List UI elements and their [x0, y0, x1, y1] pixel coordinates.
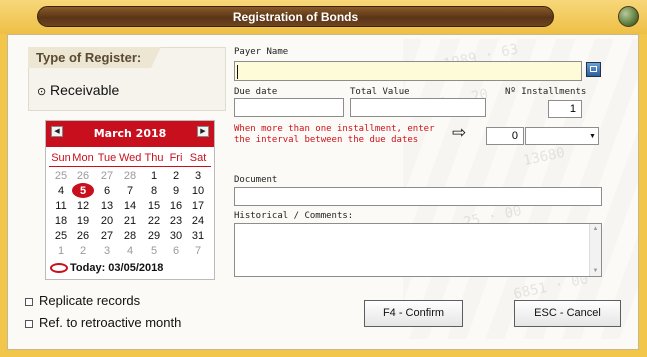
calendar-day[interactable]: 18: [50, 215, 72, 227]
weekday-header: Tue: [97, 152, 117, 164]
calendar-day[interactable]: 3: [187, 170, 209, 182]
calendar-day[interactable]: 28: [119, 230, 141, 242]
calendar-day[interactable]: 25: [50, 170, 72, 182]
comments-label: Historical / Comments:: [234, 211, 354, 221]
calendar-day[interactable]: 3: [96, 245, 118, 257]
document-input[interactable]: [234, 187, 602, 206]
total-value-input[interactable]: [350, 98, 486, 117]
calendar-day[interactable]: 29: [143, 230, 165, 242]
today-label: Today: 03/05/2018: [70, 262, 164, 274]
calendar-day[interactable]: 9: [165, 185, 187, 197]
calendar-day[interactable]: 7: [119, 185, 141, 197]
calendar-day[interactable]: 31: [187, 230, 209, 242]
next-month-button[interactable]: ▶: [197, 126, 209, 137]
confirm-button[interactable]: F4 - Confirm: [364, 300, 463, 327]
calendar-day[interactable]: 14: [119, 200, 141, 212]
calendar-day[interactable]: 4: [50, 185, 72, 197]
calendar-day[interactable]: 25: [50, 230, 72, 242]
calendar-day[interactable]: 7: [187, 245, 209, 257]
type-of-register-group: Type of Register: ⊙ Receivable: [28, 47, 226, 111]
text-caret: [237, 65, 238, 79]
weekday-header: Wed: [119, 152, 142, 164]
installments-label: Nº Installments: [505, 87, 587, 97]
calendar-day[interactable]: 10: [187, 185, 209, 197]
replicate-records-checkbox[interactable]: Replicate records: [25, 293, 140, 308]
payer-name-label: Payer Name: [234, 47, 289, 57]
today-circle-icon: [50, 263, 68, 274]
calendar-day[interactable]: 1: [143, 170, 165, 182]
receivable-label: Receivable: [50, 82, 120, 98]
installments-input[interactable]: 1: [548, 100, 582, 118]
weekday-divider: [49, 166, 211, 167]
calendar-day[interactable]: 27: [96, 230, 118, 242]
due-date-label: Due date: [234, 87, 278, 97]
window-title: Registration of Bonds: [232, 10, 359, 24]
calendar-day[interactable]: 22: [143, 215, 165, 227]
type-of-register-label: Type of Register:: [28, 47, 162, 68]
calendar-day[interactable]: 6: [96, 185, 118, 197]
calendar-month-label: March 2018: [93, 127, 167, 140]
globe-icon[interactable]: [618, 6, 639, 27]
radio-selected-icon: ⊙: [37, 86, 47, 98]
scroll-down-icon[interactable]: ▼: [590, 268, 601, 274]
calendar-day[interactable]: 16: [165, 200, 187, 212]
total-value-label: Total Value: [350, 87, 410, 97]
calendar-day[interactable]: 30: [165, 230, 187, 242]
calendar-header: ◀ March 2018 ▶: [46, 121, 214, 147]
calendar-day[interactable]: 4: [119, 245, 141, 257]
calendar-day[interactable]: 12: [72, 200, 94, 212]
title-bar: Registration of Bonds: [0, 0, 647, 34]
month-calendar[interactable]: ◀ March 2018 ▶ Sun Mon Tue Wed Thu Fri Sat 25 2…: [45, 120, 215, 280]
calendar-day[interactable]: 21: [119, 215, 141, 227]
calendar-day[interactable]: 2: [165, 170, 187, 182]
interval-unit-select[interactable]: ▼: [525, 127, 599, 145]
arrow-right-icon: ⇨: [452, 123, 467, 143]
calendar-day[interactable]: 11: [50, 200, 72, 212]
cancel-button[interactable]: ESC - Cancel: [514, 300, 621, 327]
scroll-up-icon[interactable]: ▲: [590, 226, 601, 232]
calendar-day[interactable]: 26: [72, 230, 94, 242]
calendar-day[interactable]: 26: [72, 170, 94, 182]
payer-lookup-icon[interactable]: [586, 62, 601, 77]
calendar-day-selected[interactable]: 5: [72, 185, 94, 197]
retroactive-month-checkbox[interactable]: Ref. to retroactive month: [25, 315, 181, 330]
weekday-header: Thu: [144, 152, 164, 164]
app-window: Registration of Bonds 1989 · 63 2706 · 2…: [0, 0, 647, 357]
checkbox-box: [25, 319, 33, 328]
chevron-down-icon[interactable]: ▼: [587, 128, 598, 146]
calendar-day[interactable]: 20: [96, 215, 118, 227]
interval-note: When more than one installment, enter th…: [234, 124, 435, 145]
calendar-day[interactable]: 23: [165, 215, 187, 227]
receivable-radio[interactable]: ⊙ Receivable: [37, 82, 119, 98]
weekday-header: Fri: [169, 152, 183, 164]
comments-scrollbar[interactable]: ▲ ▼: [589, 224, 601, 276]
calendar-day[interactable]: 1: [50, 245, 72, 257]
calendar-day[interactable]: 6: [165, 245, 187, 257]
calendar-day[interactable]: 27: [96, 170, 118, 182]
checkbox-box: [25, 297, 33, 306]
calendar-day[interactable]: 8: [143, 185, 165, 197]
calendar-day[interactable]: 2: [72, 245, 94, 257]
weekday-header: Sat: [189, 152, 207, 164]
calendar-day[interactable]: 19: [72, 215, 94, 227]
calendar-day[interactable]: 28: [119, 170, 141, 182]
calendar-day[interactable]: 17: [187, 200, 209, 212]
due-date-input[interactable]: [234, 98, 344, 117]
comments-textarea[interactable]: ▲ ▼: [234, 223, 602, 277]
interval-input[interactable]: 0: [486, 127, 524, 145]
calendar-day[interactable]: 15: [143, 200, 165, 212]
replicate-records-label: Replicate records: [39, 293, 141, 308]
calendar-day[interactable]: 24: [187, 215, 209, 227]
payer-name-input[interactable]: [234, 61, 582, 81]
retroactive-month-label: Ref. to retroactive month: [39, 315, 182, 330]
today-link[interactable]: Today: 03/05/2018: [50, 262, 163, 274]
weekday-header: Mon: [72, 152, 94, 164]
calendar-day[interactable]: 5: [143, 245, 165, 257]
weekday-header: Sun: [51, 152, 71, 164]
calendar-day[interactable]: 13: [96, 200, 118, 212]
title-pill: Registration of Bonds: [37, 6, 554, 27]
form-panel: 1989 · 63 2706 · 20 13680 25 · 00 6851 ·…: [7, 34, 639, 350]
document-label: Document: [234, 175, 278, 185]
